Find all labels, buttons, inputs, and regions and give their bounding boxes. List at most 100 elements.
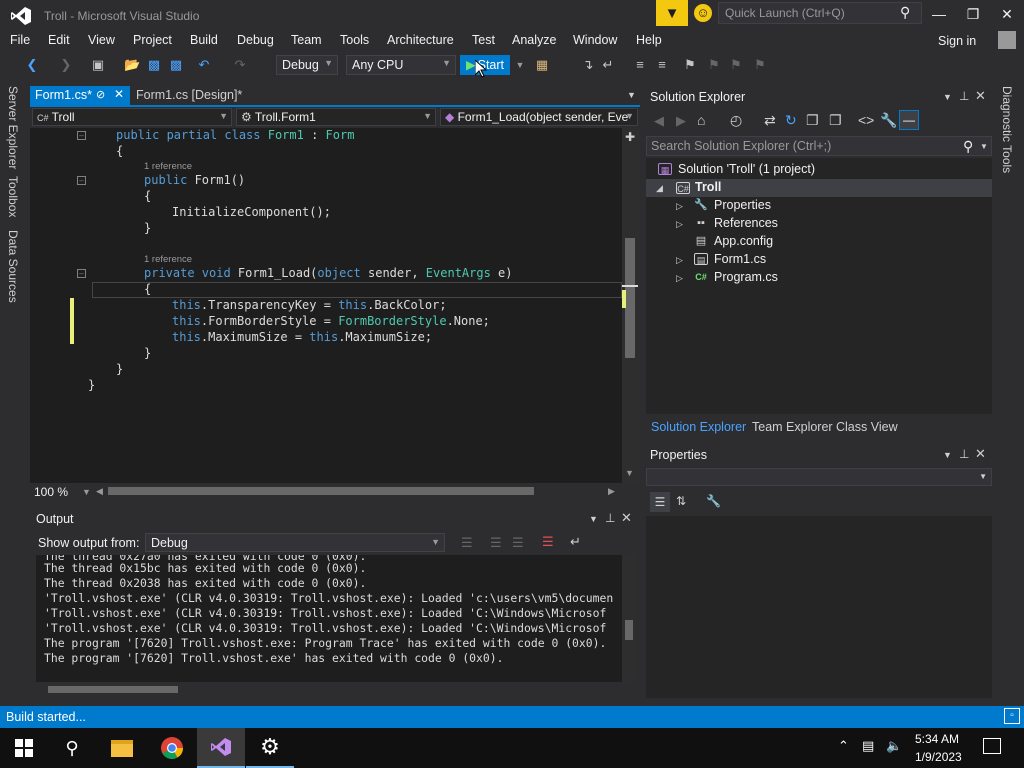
uncomment-lines-icon[interactable]: ≡	[654, 57, 670, 73]
collapsed-arrow-icon[interactable]: ▷	[676, 255, 683, 266]
window-position-chevron-icon[interactable]: ▼	[943, 92, 952, 102]
network-icon[interactable]: ▤	[862, 738, 874, 754]
toolbox-tab[interactable]: Toolbox	[6, 176, 20, 217]
search-options-chevron-icon[interactable]: ▼	[980, 142, 988, 151]
split-editor-icon[interactable]: ✚	[625, 130, 635, 144]
volume-icon[interactable]: 🔈	[886, 738, 902, 754]
expanded-arrow-icon[interactable]: ◢	[656, 183, 663, 194]
sync-with-active-document-icon[interactable]: ⇄	[764, 112, 776, 129]
collapse-all-icon[interactable]: ❐	[806, 112, 819, 129]
action-center-icon[interactable]	[983, 738, 1001, 754]
toggle-word-wrap-icon[interactable]: ↵	[570, 534, 581, 550]
minimize-button[interactable]: —	[924, 4, 954, 24]
menu-project[interactable]: Project	[133, 33, 172, 47]
menu-edit[interactable]: Edit	[48, 33, 70, 47]
tab-solution-explorer[interactable]: Solution Explorer	[651, 420, 746, 434]
find-message-icon[interactable]: ☰	[461, 535, 473, 551]
tab-form1-design[interactable]: Form1.cs [Design]*	[134, 86, 244, 105]
start-options-chevron-icon[interactable]: ▼	[512, 57, 528, 73]
tab-team-explorer[interactable]: Team Explorer	[752, 420, 833, 434]
show-all-files-icon[interactable]: ❐	[829, 112, 842, 129]
scroll-left-icon[interactable]: ◀	[96, 486, 103, 497]
menu-tools[interactable]: Tools	[340, 33, 369, 47]
project-navigation-select[interactable]: C# Troll ▼	[32, 108, 232, 126]
quick-launch-input[interactable]: Quick Launch (Ctrl+Q)	[718, 2, 922, 24]
restore-button[interactable]: ❐	[958, 4, 988, 24]
tree-item-properties[interactable]: Properties	[714, 198, 771, 212]
file-explorer-taskbar-button[interactable]	[98, 728, 146, 768]
new-project-icon[interactable]: ▣	[90, 57, 106, 73]
menu-build[interactable]: Build	[190, 33, 218, 47]
window-position-chevron-icon[interactable]: ▼	[943, 450, 952, 460]
preview-selected-items-icon[interactable]: —	[899, 110, 919, 130]
account-icon[interactable]	[998, 31, 1016, 49]
pin-icon[interactable]: ⊥	[959, 447, 969, 461]
menu-help[interactable]: Help	[636, 33, 662, 47]
pin-icon[interactable]: ⊥	[605, 511, 615, 525]
collapse-class-icon[interactable]: –	[77, 131, 86, 140]
search-icon[interactable]: ⚲	[900, 4, 910, 21]
tree-item-app-config[interactable]: App.config	[714, 234, 773, 248]
window-position-chevron-icon[interactable]: ▼	[589, 514, 598, 524]
zoom-level-select[interactable]: 100 %	[34, 485, 68, 499]
collapse-method-icon[interactable]: –	[77, 269, 86, 278]
forward-icon[interactable]: ▶	[676, 113, 686, 129]
next-message-icon[interactable]: ☰	[512, 535, 524, 551]
previous-message-icon[interactable]: ☰	[490, 535, 502, 551]
step-over-icon[interactable]: ↵	[600, 57, 616, 73]
collapsed-arrow-icon[interactable]: ▷	[676, 219, 683, 230]
codelens-reference[interactable]: 1 reference	[144, 254, 192, 265]
tree-item-project[interactable]: Troll	[695, 180, 721, 194]
show-hidden-icons-chevron-icon[interactable]: ⌃	[838, 738, 849, 754]
menu-analyze[interactable]: Analyze	[512, 33, 556, 47]
categorized-icon[interactable]: ☰	[650, 492, 670, 512]
member-navigation-select[interactable]: ◆ Form1_Load(object sender, Eve ▼	[440, 108, 638, 126]
solution-configuration-select[interactable]: Debug ▼	[276, 55, 338, 75]
menu-architecture[interactable]: Architecture	[387, 33, 454, 47]
navigate-forward-icon[interactable]: ❯	[58, 57, 74, 73]
scroll-down-icon[interactable]: ▼	[625, 468, 634, 478]
solution-explorer-search-input[interactable]: Search Solution Explorer (Ctrl+;)	[646, 136, 992, 156]
properties-wrench-icon[interactable]: 🔧	[880, 112, 897, 129]
sign-in-link[interactable]: Sign in	[938, 34, 976, 48]
properties-object-select[interactable]: ▼	[646, 468, 992, 486]
redo-icon[interactable]: ↷	[232, 57, 248, 73]
close-panel-icon[interactable]: ✕	[975, 88, 986, 104]
close-panel-icon[interactable]: ✕	[975, 446, 986, 462]
visual-studio-taskbar-button[interactable]	[197, 728, 245, 768]
next-bookmark-icon[interactable]: ⚑	[728, 57, 744, 73]
code-editor[interactable]: – – – public partial class Form1 : Form …	[30, 128, 622, 483]
comment-lines-icon[interactable]: ≡	[632, 57, 648, 73]
back-icon[interactable]: ◀	[654, 113, 664, 129]
tab-class-view[interactable]: Class View	[836, 420, 898, 434]
tree-item-solution[interactable]: Solution 'Troll' (1 project)	[678, 162, 815, 176]
feedback-smiley-icon[interactable]: ☺	[694, 4, 712, 22]
home-icon[interactable]: ⌂	[697, 112, 705, 128]
settings-taskbar-button[interactable]: ⚙	[246, 728, 294, 768]
output-hscroll-thumb[interactable]	[48, 686, 178, 693]
taskbar-clock-date[interactable]: 1/9/2023	[915, 750, 962, 764]
clear-all-icon[interactable]: ☰	[542, 534, 554, 550]
close-tab-icon[interactable]: ✕	[114, 87, 124, 101]
output-scroll-thumb[interactable]	[625, 620, 633, 640]
save-all-icon[interactable]: ▩	[168, 57, 184, 73]
previous-bookmark-icon[interactable]: ⚑	[706, 57, 722, 73]
server-explorer-tab[interactable]: Server Explorer	[6, 86, 20, 169]
tab-overflow-chevron-icon[interactable]: ▼	[627, 90, 636, 100]
start-menu-button[interactable]	[0, 728, 48, 768]
alphabetical-icon[interactable]: ⇅	[676, 494, 686, 508]
diagnostic-tools-tab[interactable]: Diagnostic Tools	[1000, 86, 1014, 173]
collapsed-arrow-icon[interactable]: ▷	[676, 201, 683, 212]
pin-icon[interactable]: ⊘	[96, 88, 105, 101]
properties-grid[interactable]	[646, 516, 992, 698]
menu-debug[interactable]: Debug	[237, 33, 274, 47]
refresh-icon[interactable]: ↻	[785, 112, 797, 129]
notification-filter-button[interactable]: ▼	[656, 0, 688, 26]
view-code-icon[interactable]: <>	[858, 112, 874, 128]
output-source-select[interactable]: Debug ▼	[145, 533, 445, 552]
chrome-taskbar-button[interactable]	[148, 728, 196, 768]
output-text-area[interactable]: The thread 0x27a0 has exited with code 0…	[36, 555, 622, 682]
solution-platform-select[interactable]: Any CPU ▼	[346, 55, 456, 75]
type-navigation-select[interactable]: ⚙ Troll.Form1 ▼	[236, 108, 436, 126]
navigate-back-icon[interactable]: ❮	[24, 57, 40, 73]
